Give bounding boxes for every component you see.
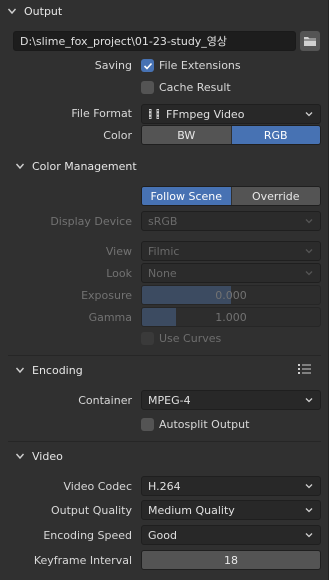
video-codec-value: H.264 [148,479,181,493]
look-dropdown[interactable]: None [141,263,321,283]
container-value: MPEG-4 [148,393,191,407]
chevron-down-icon [304,109,314,119]
follow-scene-option[interactable]: Follow Scene [142,187,232,205]
exposure-label: Exposure [81,289,132,302]
file-format-dropdown[interactable]: FFmpeg Video [141,104,321,124]
override-option[interactable]: Override [231,187,320,205]
color-management-header[interactable]: Color Management [8,155,321,177]
gamma-slider[interactable]: 1.000 [141,307,321,327]
display-device-label: Display Device [50,215,132,228]
use-curves-checkbox[interactable]: Use Curves [141,332,221,345]
folder-icon [304,37,316,46]
view-label: View [105,245,132,258]
output-panel-header[interactable]: Output [0,0,329,22]
file-format-label: File Format [71,107,132,120]
section-divider [8,355,321,356]
container-dropdown[interactable]: MPEG-4 [141,390,321,410]
keyframe-interval-value: 18 [224,553,238,567]
cache-result-checkbox[interactable]: Cache Result [141,81,231,94]
color-management-label: Color Management [32,159,137,173]
file-extensions-label: File Extensions [159,59,241,72]
chevron-down-icon [304,530,314,540]
color-label: Color [103,129,132,142]
view-value: Filmic [148,244,180,258]
chevron-down-icon [8,161,32,171]
section-divider [8,441,321,442]
chevron-down-icon [304,268,314,278]
exposure-slider[interactable]: 0.000 [141,285,321,305]
output-quality-value: Medium Quality [148,503,235,517]
output-path-field[interactable]: D:\slime_fox_project\01-23-study_영상 [13,31,296,51]
use-curves-label: Use Curves [159,332,222,345]
checkbox-empty-icon [141,418,154,431]
chevron-down-icon [304,395,314,405]
autosplit-output-checkbox[interactable]: Autosplit Output [141,418,249,431]
chevron-down-icon [304,505,314,515]
checkbox-empty-icon [141,81,154,94]
look-value: None [148,266,177,280]
color-management-mode-toggle[interactable]: Follow Scene Override [141,186,321,206]
container-label: Container [78,394,132,407]
chevron-down-icon [304,246,314,256]
cache-result-label: Cache Result [159,81,231,94]
encoding-speed-dropdown[interactable]: Good [141,525,321,545]
look-label: Look [106,267,132,280]
presets-list-icon[interactable] [297,362,313,379]
chevron-down-icon [304,481,314,491]
autosplit-output-label: Autosplit Output [159,418,250,431]
display-device-value: sRGB [148,214,178,228]
keyframe-interval-label: Keyframe Interval [33,554,132,567]
display-device-dropdown[interactable]: sRGB [141,211,321,231]
file-extensions-checkbox[interactable]: File Extensions [141,59,241,72]
color-bw-option[interactable]: BW [142,126,232,144]
encoding-speed-label: Encoding Speed [43,529,132,542]
output-quality-dropdown[interactable]: Medium Quality [141,500,321,520]
video-codec-label: Video Codec [63,480,132,493]
chevron-down-icon [8,365,32,375]
chevron-down-icon [8,451,32,461]
chevron-down-icon [304,216,314,226]
encoding-speed-value: Good [148,528,177,542]
output-path-text: D:\slime_fox_project\01-23-study_영상 [20,35,228,48]
color-rgb-option[interactable]: RGB [231,126,320,144]
film-icon [149,109,159,119]
gamma-value: 1.000 [215,310,247,324]
output-quality-label: Output Quality [50,504,132,517]
checkbox-empty-icon [141,332,154,345]
keyframe-interval-field[interactable]: 18 [141,550,321,570]
file-format-value: FFmpeg Video [166,107,245,121]
encoding-header[interactable]: Encoding [8,359,321,381]
video-label: Video [32,449,63,463]
color-mode-toggle[interactable]: BW RGB [141,125,321,145]
exposure-value: 0.000 [215,288,247,302]
output-properties-panel: Output D:\slime_fox_project\01-23-study_… [0,0,329,580]
view-dropdown[interactable]: Filmic [141,241,321,261]
folder-browse-button[interactable] [300,31,320,51]
video-codec-dropdown[interactable]: H.264 [141,476,321,496]
saving-label: Saving [94,59,132,72]
gamma-label: Gamma [88,311,132,324]
chevron-down-icon [0,6,24,16]
encoding-label: Encoding [32,363,83,377]
video-header[interactable]: Video [8,445,321,467]
output-header-label: Output [24,4,63,18]
checkmark-icon [141,59,154,72]
